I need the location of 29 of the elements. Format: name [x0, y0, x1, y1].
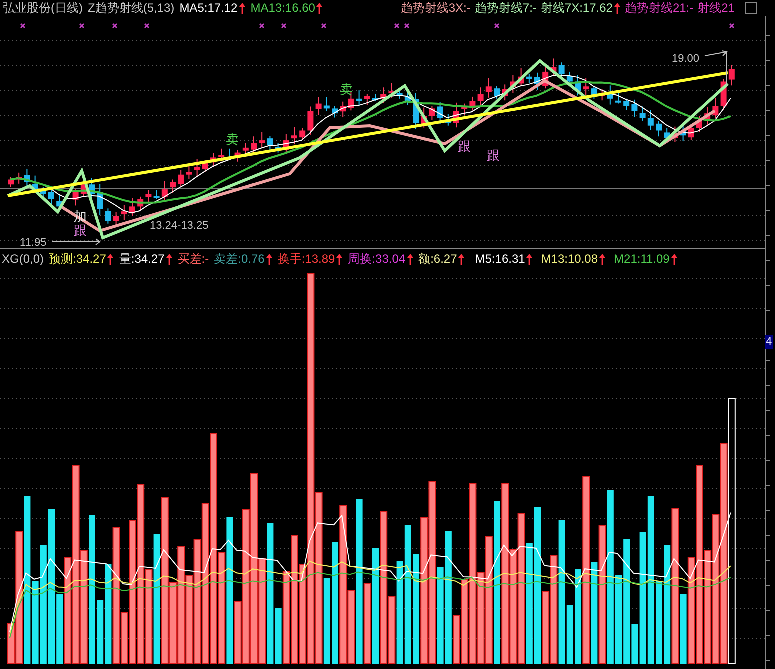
indicator-label: 弘业股份(日线): [3, 0, 83, 16]
indicator-label: XG(0,0): [2, 252, 44, 266]
chart-annotation: 卖: [226, 132, 239, 147]
axis-label: 4: [765, 335, 774, 349]
indicator-label: Z趋势射线(5,13): [88, 0, 175, 16]
indicator-label: 量:34.27: [119, 250, 165, 268]
chart-annotation: 11.95: [20, 237, 47, 249]
indicator-label: 周换:33.04: [348, 250, 406, 268]
chart-annotation: 跟: [458, 139, 471, 154]
indicator-label: M5:16.31: [475, 252, 526, 266]
indicator-label: MA5:17.12: [180, 1, 238, 15]
indicator-label: M21:11.09: [614, 252, 670, 266]
chart-annotation: 跟: [74, 223, 87, 238]
indicator-label: 射线7X:17.62: [540, 0, 613, 16]
chart-annotation: 卖: [340, 82, 353, 97]
indicator-label: 趋势射线7:-: [474, 0, 537, 16]
indicator-label: 射线21: [698, 0, 735, 16]
chart-annotation: 19.00: [672, 53, 700, 65]
indicator-label: 买差:-: [178, 250, 210, 268]
indicator-label: 预测:34.27: [49, 250, 106, 268]
indicator-label: 趋势射线3X:-: [400, 0, 471, 16]
chart-annotation: 13.24-13.25: [150, 220, 209, 232]
indicator-label: 额:6.27: [418, 250, 458, 268]
indicator-label: 换手:13.89: [278, 250, 336, 268]
indicator-label: M13:10.08: [541, 252, 598, 266]
chart-annotation: 跟: [487, 148, 500, 163]
indicator-label: MA13:16.60: [250, 1, 316, 15]
indicator-label: 卖差:0.76: [214, 250, 265, 268]
indicator-label: 趋势射线21:-: [624, 0, 694, 16]
